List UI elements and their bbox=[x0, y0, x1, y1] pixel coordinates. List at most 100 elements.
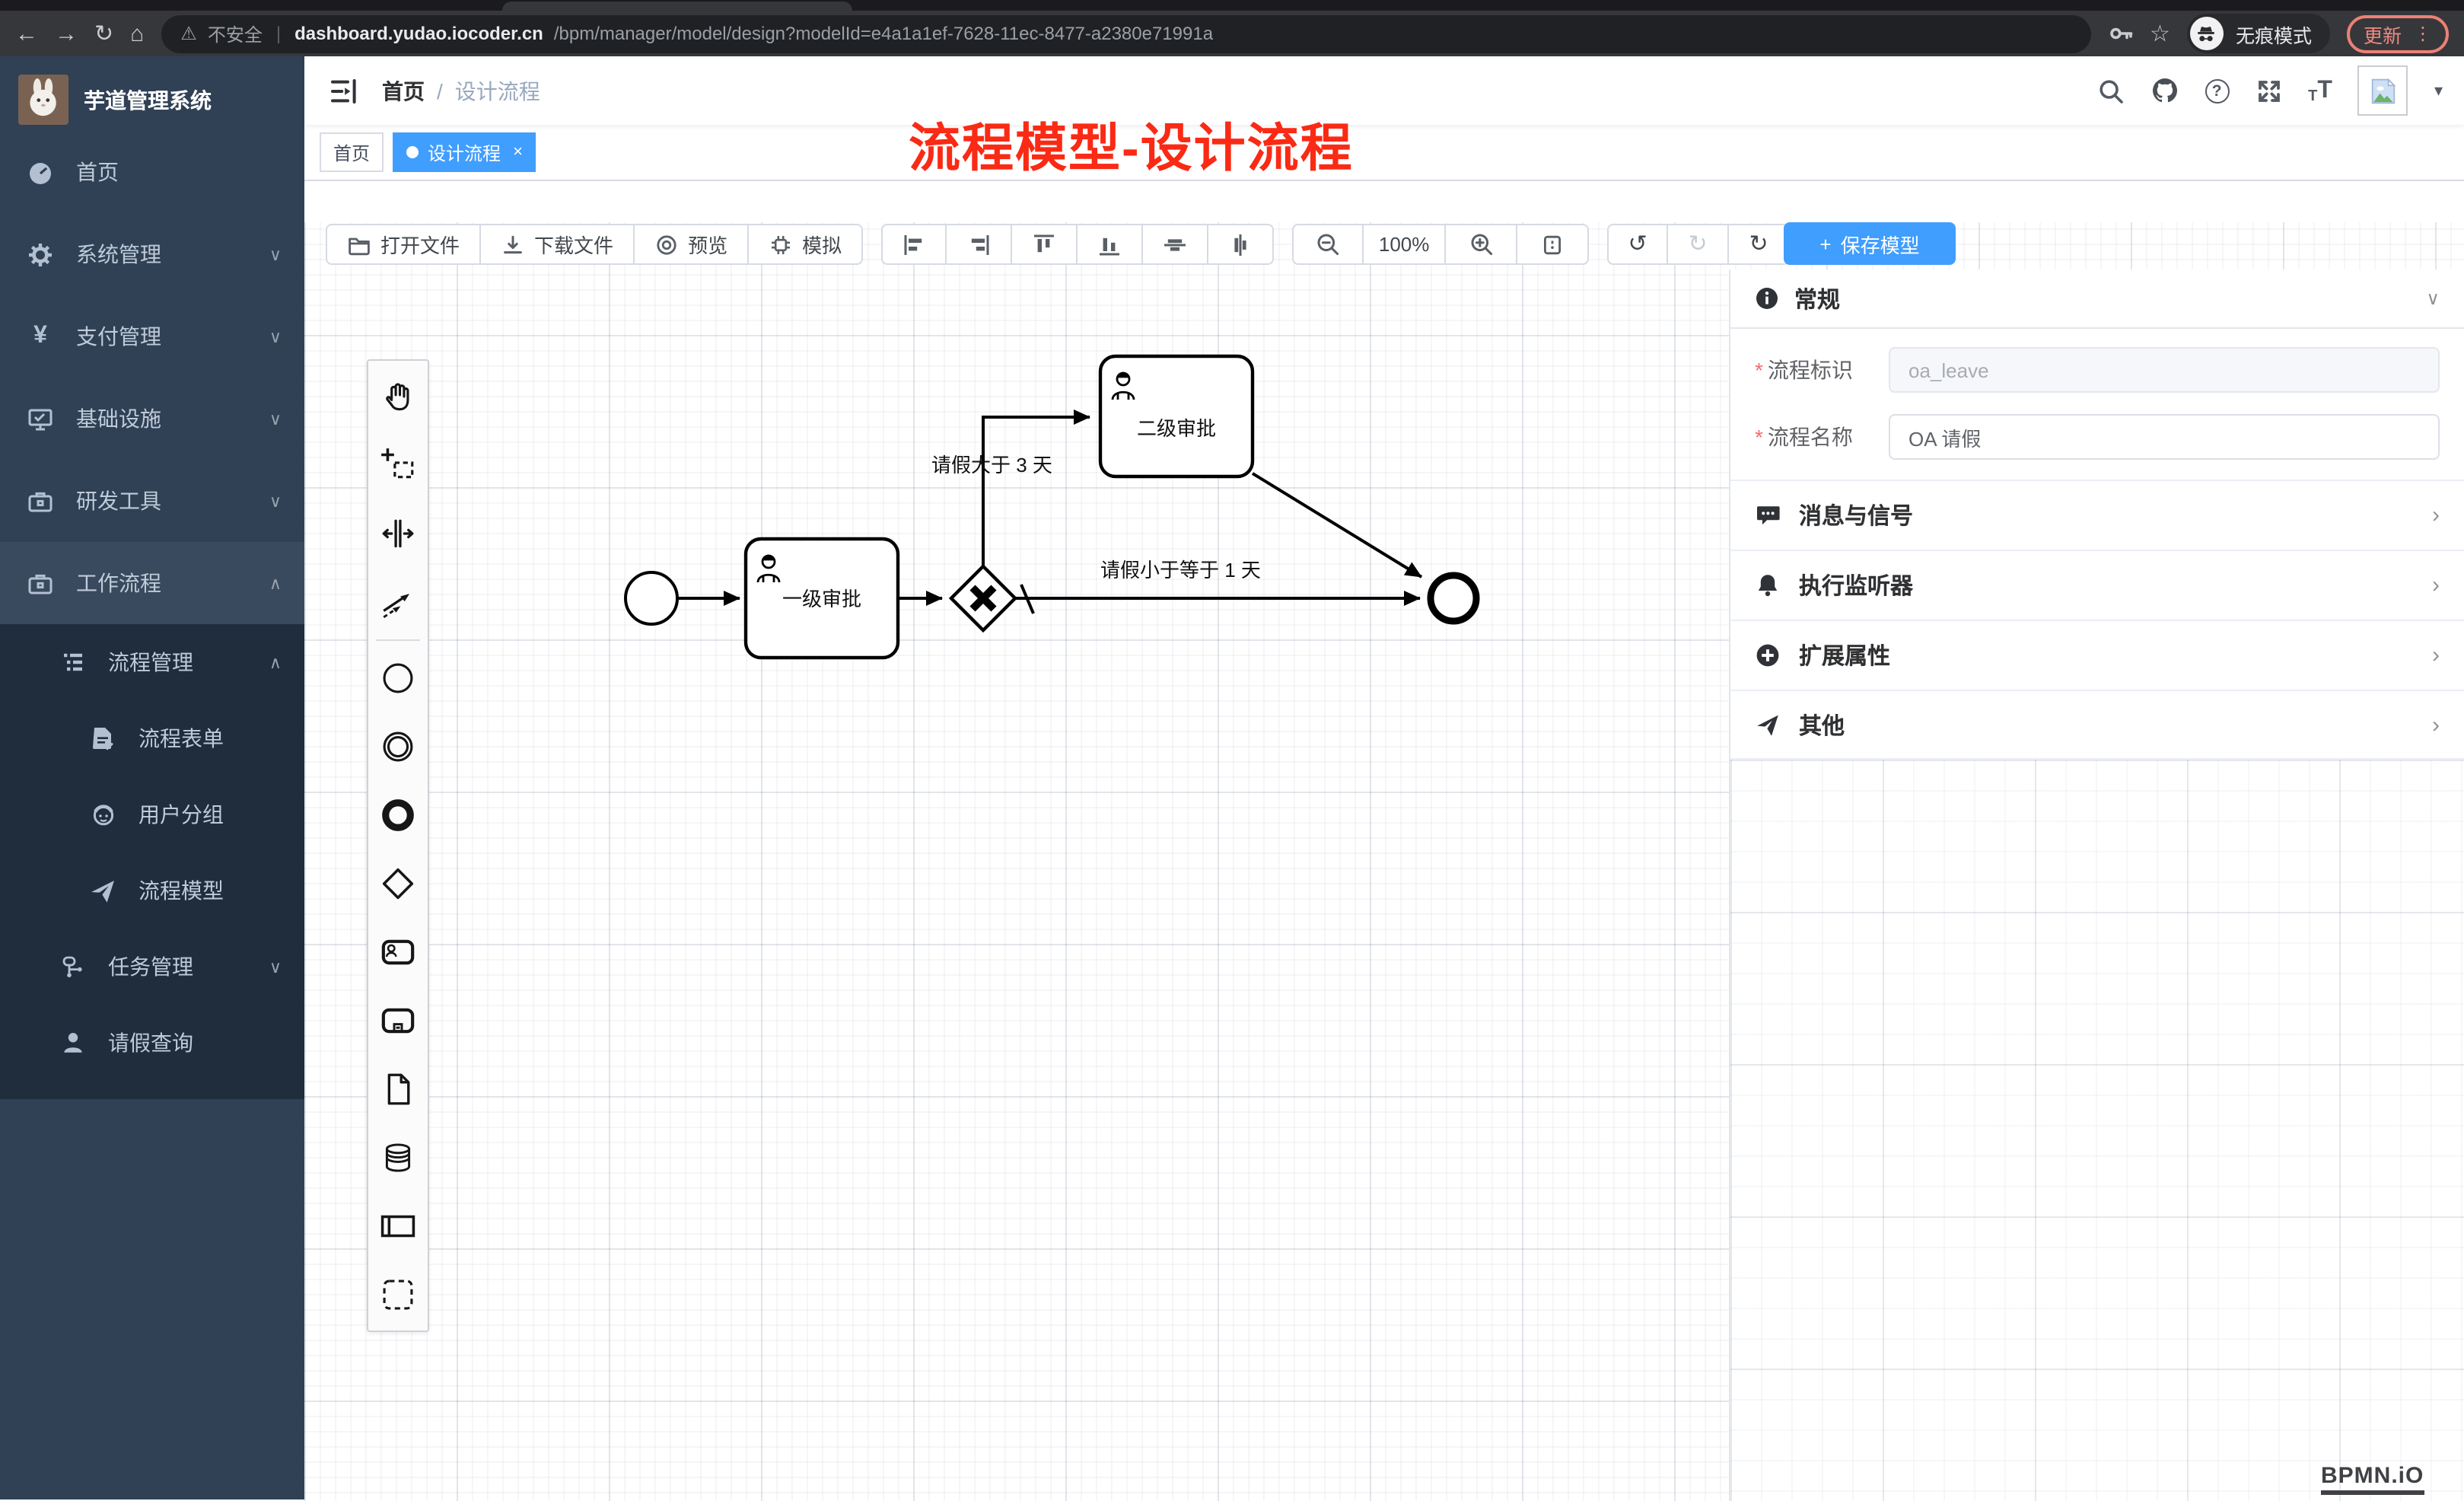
redo-button[interactable]: ↻ bbox=[1668, 224, 1729, 265]
process-name-input[interactable] bbox=[1889, 414, 2440, 460]
user-task-level2[interactable]: 二级审批 bbox=[1100, 356, 1253, 476]
sequence-flow-gt3[interactable] bbox=[983, 417, 1090, 566]
sidebar-item-user-groups[interactable]: 用户分组 bbox=[0, 776, 304, 852]
refresh-button[interactable]: ↻ bbox=[1729, 224, 1790, 265]
palette-space-tool[interactable] bbox=[368, 499, 428, 568]
sidebar-item-process-form[interactable]: 流程表单 bbox=[0, 700, 304, 776]
sidebar-item-process-model[interactable]: 流程模型 bbox=[0, 852, 304, 929]
sidebar-item-task-management[interactable]: 任务管理 ∨ bbox=[0, 929, 304, 1005]
simulate-button[interactable]: 模拟 bbox=[749, 224, 863, 265]
sidebar-item-process-management[interactable]: 流程管理 ∧ bbox=[0, 624, 304, 700]
avatar[interactable] bbox=[2358, 65, 2408, 116]
chevron-right-icon: › bbox=[2432, 712, 2440, 738]
github-icon[interactable] bbox=[2150, 76, 2179, 105]
palette-create-group[interactable] bbox=[368, 1260, 428, 1329]
tag-design-process[interactable]: 设计流程 × bbox=[393, 132, 536, 172]
palette-create-user-task[interactable] bbox=[368, 918, 428, 986]
sidebar-item-infrastructure[interactable]: 基础设施 ∨ bbox=[0, 378, 304, 460]
panel-section-extended-properties[interactable]: 扩展属性 › bbox=[1730, 620, 2464, 690]
undo-button[interactable]: ↺ bbox=[1607, 224, 1668, 265]
bpmnio-watermark[interactable]: BPMN.iO bbox=[2321, 1463, 2424, 1495]
breadcrumb-separator: / bbox=[437, 78, 443, 103]
align-vertical-center-button[interactable] bbox=[1143, 224, 1208, 265]
align-right-button[interactable] bbox=[947, 224, 1012, 265]
open-file-button[interactable]: 打开文件 bbox=[326, 224, 481, 265]
reload-icon[interactable]: ↻ bbox=[94, 22, 113, 45]
process-key-input[interactable] bbox=[1889, 347, 2440, 393]
palette-lasso-tool[interactable] bbox=[368, 431, 428, 499]
zoom-reset-button[interactable] bbox=[1517, 224, 1589, 265]
sidebar: 芋道管理系统 首页 系统管理 ∨ bbox=[0, 56, 304, 1499]
button-label: 打开文件 bbox=[380, 230, 460, 259]
browser-active-tab[interactable] bbox=[502, 2, 852, 11]
redo-icon: ↻ bbox=[1689, 233, 1708, 256]
font-size-icon[interactable]: TT bbox=[2308, 77, 2332, 104]
zoom-value[interactable]: 100% bbox=[1364, 224, 1446, 265]
sidebar-collapse-icon[interactable] bbox=[329, 75, 359, 106]
browser-menu-icon[interactable]: ⋮ bbox=[2414, 23, 2432, 44]
palette-create-data-object[interactable] bbox=[368, 1055, 428, 1123]
sidebar-item-payment[interactable]: ¥ 支付管理 ∨ bbox=[0, 295, 304, 378]
palette-hand-tool[interactable] bbox=[368, 362, 428, 431]
back-icon[interactable]: ← bbox=[15, 22, 38, 45]
app-logo-row[interactable]: 芋道管理系统 bbox=[0, 56, 304, 131]
tag-home[interactable]: 首页 bbox=[320, 132, 384, 172]
avatar-caret-icon[interactable]: ▾ bbox=[2434, 81, 2443, 100]
home-icon[interactable]: ⌂ bbox=[130, 22, 144, 45]
bookmark-star-icon[interactable]: ☆ bbox=[2150, 22, 2170, 45]
download-file-button[interactable]: 下载文件 bbox=[481, 224, 635, 265]
security-warning-icon[interactable]: ⚠ bbox=[180, 23, 197, 44]
chevron-right-icon: › bbox=[2432, 502, 2440, 528]
bpmn-palette bbox=[367, 359, 429, 1332]
key-icon[interactable] bbox=[2107, 21, 2133, 46]
palette-global-connect-tool[interactable] bbox=[368, 568, 428, 636]
exclusive-gateway[interactable] bbox=[951, 566, 1015, 630]
help-icon[interactable]: ? bbox=[2205, 78, 2229, 103]
button-label: 模拟 bbox=[802, 230, 842, 259]
panel-section-execution-listeners[interactable]: 执行监听器 › bbox=[1730, 550, 2464, 620]
user-task-level1[interactable]: 一级审批 bbox=[746, 539, 898, 658]
preview-button[interactable]: 预览 bbox=[635, 224, 749, 265]
sequence-flow[interactable] bbox=[1253, 473, 1421, 577]
align-top-button[interactable] bbox=[1012, 224, 1078, 265]
url-bar[interactable]: ⚠ 不安全 | dashboard.yudao.iocoder.cn/bpm/m… bbox=[161, 14, 2090, 53]
briefcase-icon bbox=[27, 570, 53, 596]
panel-section-title: 其他 bbox=[1799, 709, 1845, 741]
update-button[interactable]: 更新 ⋮ bbox=[2347, 14, 2449, 53]
palette-create-subprocess[interactable] bbox=[368, 986, 428, 1055]
panel-section-other[interactable]: 其他 › bbox=[1730, 690, 2464, 760]
sidebar-item-leave-query[interactable]: 请假查询 bbox=[0, 1005, 304, 1081]
zoom-out-button[interactable] bbox=[1292, 224, 1364, 265]
fullscreen-icon[interactable] bbox=[2255, 77, 2282, 104]
palette-create-gateway[interactable] bbox=[368, 849, 428, 918]
app-header: 首页 / 设计流程 ? bbox=[304, 56, 2464, 125]
save-model-button[interactable]: + 保存模型 bbox=[1784, 222, 1956, 265]
info-icon bbox=[1755, 286, 1779, 311]
zoom-in-button[interactable] bbox=[1446, 224, 1517, 265]
palette-create-end-event[interactable] bbox=[368, 781, 428, 849]
sidebar-item-workflow[interactable]: 工作流程 ∧ bbox=[0, 542, 304, 624]
tab-close-icon[interactable]: × bbox=[513, 143, 523, 161]
panel-section-messages-signals[interactable]: 消息与信号 › bbox=[1730, 480, 2464, 550]
align-left-button[interactable] bbox=[881, 224, 947, 265]
align-horizontal-center-button[interactable] bbox=[1208, 224, 1274, 265]
palette-create-data-store[interactable] bbox=[368, 1123, 428, 1192]
panel-section-general[interactable]: 常规 ∨ bbox=[1730, 269, 2464, 329]
bpmn-canvas[interactable]: 一级审批 请假大于 3 天 bbox=[304, 183, 2464, 1501]
breadcrumb-home[interactable]: 首页 bbox=[382, 75, 425, 106]
end-event[interactable] bbox=[1431, 575, 1476, 621]
sidebar-item-system[interactable]: 系统管理 ∨ bbox=[0, 213, 304, 295]
chevron-down-icon[interactable]: ∨ bbox=[2426, 288, 2440, 309]
align-bottom-button[interactable] bbox=[1078, 224, 1143, 265]
start-event[interactable] bbox=[626, 572, 677, 624]
forward-icon[interactable]: → bbox=[55, 22, 78, 45]
palette-create-intermediate-event[interactable] bbox=[368, 712, 428, 781]
palette-create-pool[interactable] bbox=[368, 1192, 428, 1260]
simulate-chip-icon bbox=[769, 232, 793, 257]
main-area: 首页 / 设计流程 ? bbox=[304, 56, 2464, 1499]
sidebar-item-home[interactable]: 首页 bbox=[0, 131, 304, 213]
sidebar-item-devtools[interactable]: 研发工具 ∨ bbox=[0, 460, 304, 542]
chevron-down-icon: ∨ bbox=[269, 491, 282, 511]
search-icon[interactable] bbox=[2096, 77, 2124, 104]
palette-create-start-event[interactable] bbox=[368, 644, 428, 712]
